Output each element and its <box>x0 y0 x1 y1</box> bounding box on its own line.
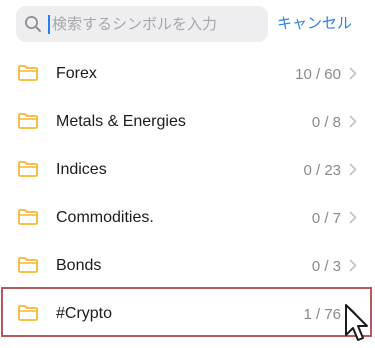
folder-icon <box>18 257 38 273</box>
folder-label: Indices <box>56 161 107 178</box>
chevron-right-icon <box>349 211 357 224</box>
folder-label: #Crypto <box>56 305 113 322</box>
symbol-search-screen: キャンセル Forex 10 / 60 Metals & Energies 0 … <box>0 0 375 348</box>
chevron-right-icon <box>349 67 357 80</box>
folder-count: 1 / 76 <box>303 306 341 323</box>
folder-row-bonds[interactable]: Bonds 0 / 3 <box>0 242 375 290</box>
folder-icon <box>18 65 38 81</box>
folder-icon <box>18 305 38 321</box>
search-icon <box>25 16 41 32</box>
folder-row-crypto[interactable]: #Crypto 1 / 76 <box>0 290 375 338</box>
text-cursor <box>48 15 50 34</box>
folder-count: 0 / 7 <box>311 210 341 227</box>
folder-label: Bonds <box>56 257 102 274</box>
folder-row-commodities[interactable]: Commodities. 0 / 7 <box>0 194 375 242</box>
search-bar: キャンセル <box>0 0 375 50</box>
chevron-right-icon <box>349 163 357 176</box>
folder-label: Commodities. <box>56 209 154 226</box>
search-box[interactable] <box>16 6 268 42</box>
folder-row-indices[interactable]: Indices 0 / 23 <box>0 146 375 194</box>
mouse-pointer-icon <box>345 304 368 341</box>
folder-icon <box>18 113 38 129</box>
folder-icon <box>18 209 38 225</box>
folder-icon <box>18 161 38 177</box>
folder-count: 0 / 3 <box>311 258 341 275</box>
folder-row-forex[interactable]: Forex 10 / 60 <box>0 50 375 98</box>
folder-list: Forex 10 / 60 Metals & Energies 0 / 8 In… <box>0 50 375 338</box>
chevron-right-icon <box>349 115 357 128</box>
search-input[interactable] <box>52 6 262 42</box>
folder-count: 10 / 60 <box>295 66 341 83</box>
folder-count: 0 / 23 <box>303 162 341 179</box>
chevron-right-icon <box>349 259 357 272</box>
folder-label: Metals & Energies <box>56 113 186 130</box>
folder-count: 0 / 8 <box>311 114 341 131</box>
cancel-button[interactable]: キャンセル <box>277 10 361 34</box>
folder-row-metals-energies[interactable]: Metals & Energies 0 / 8 <box>0 98 375 146</box>
folder-label: Forex <box>56 65 97 82</box>
